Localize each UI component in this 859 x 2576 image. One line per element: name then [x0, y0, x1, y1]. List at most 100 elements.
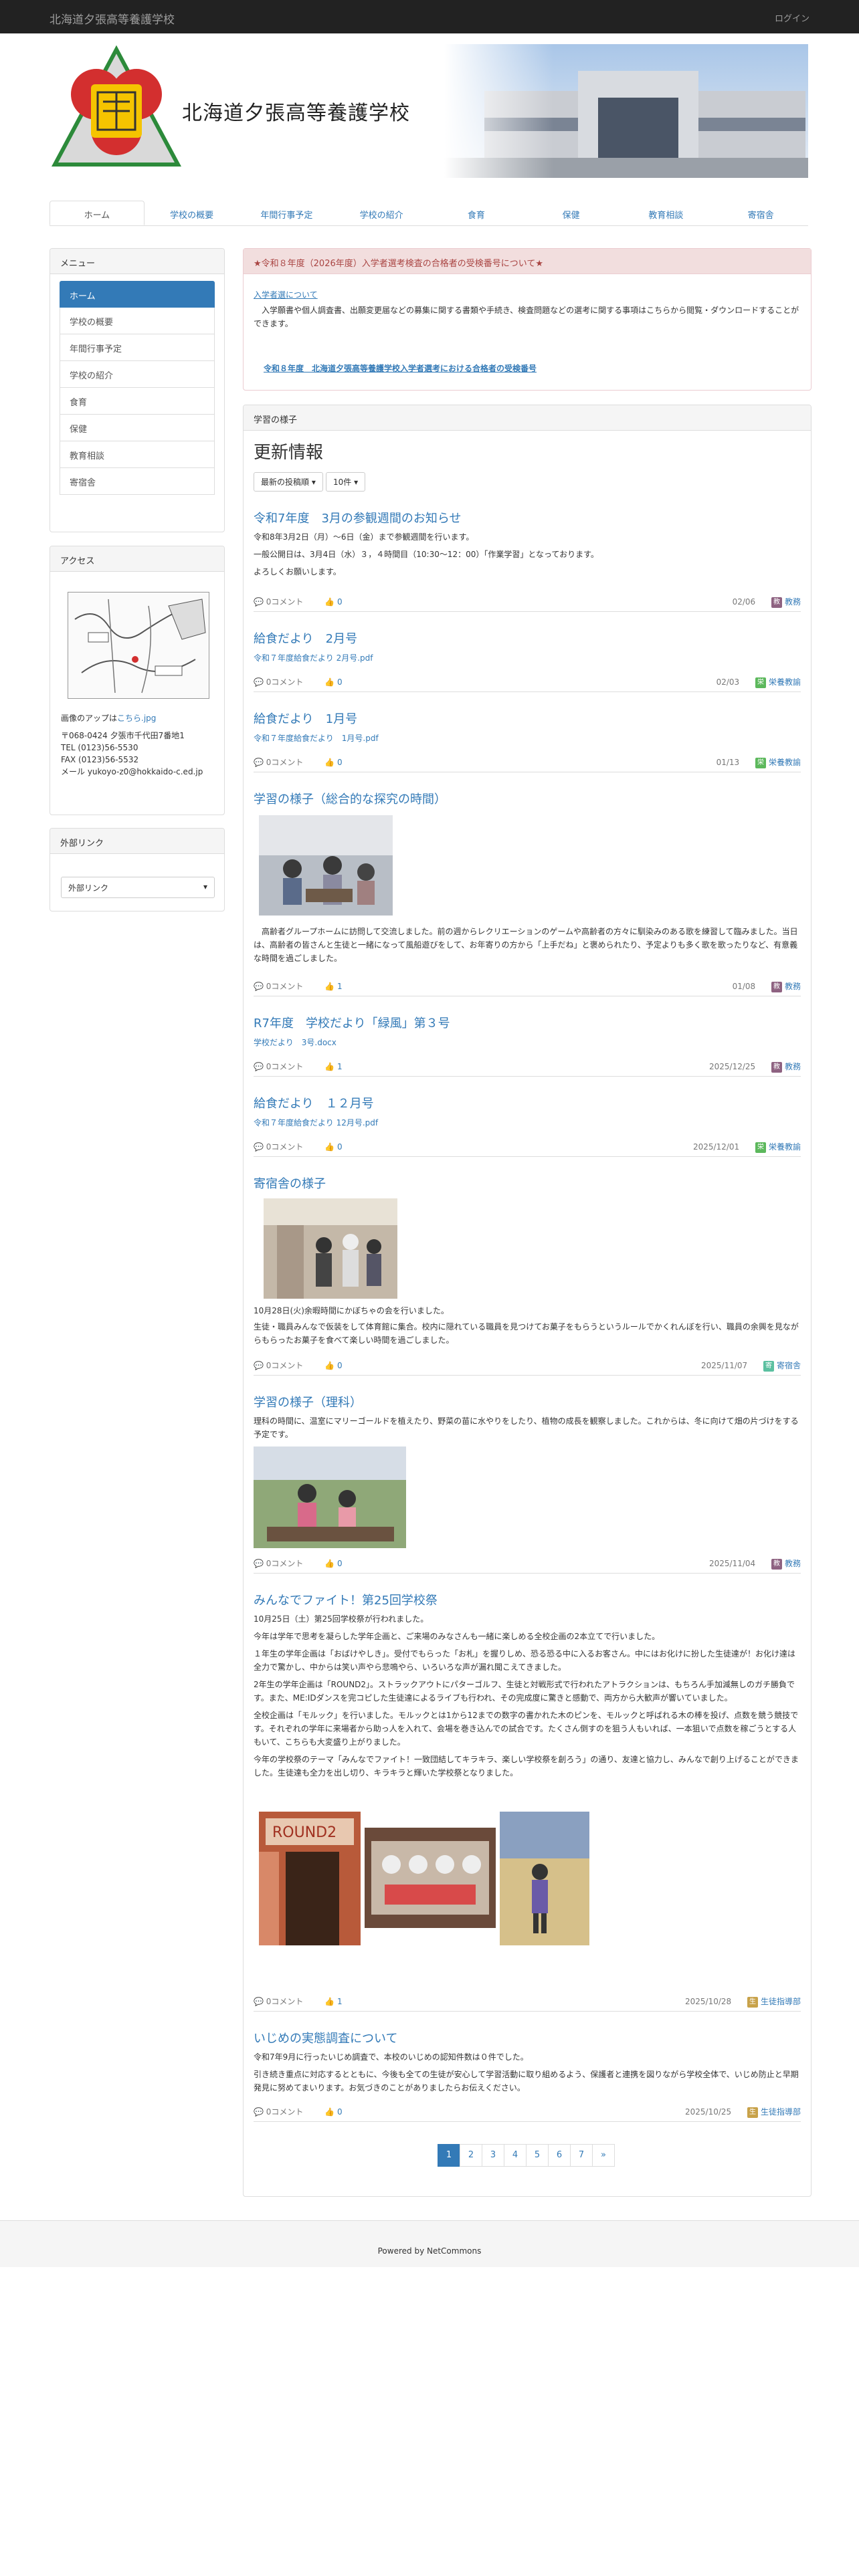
entry-date: 01/08	[732, 982, 756, 991]
like-icon[interactable]: 👍	[324, 2107, 335, 2117]
like-count: 0	[337, 1142, 343, 1152]
comment-count[interactable]: 0コメント	[266, 2107, 304, 2117]
login-link[interactable]: ログイン	[775, 11, 809, 24]
entry-photo[interactable]	[259, 815, 393, 916]
category-link[interactable]: 栄養教諭	[769, 677, 801, 687]
map-upload-link[interactable]: こちら.jpg	[117, 714, 156, 723]
comment-count[interactable]: 0コメント	[266, 982, 304, 991]
entry-text-line: １年生の学年企画は「おばけやしき」。受付でもらった「お札」を握りしめ、恐る恐る中…	[254, 1649, 796, 1672]
menu-item-food-education[interactable]: 食育	[60, 388, 215, 415]
category-link[interactable]: 栄養教諭	[769, 1142, 801, 1152]
like-icon[interactable]: 👍	[324, 597, 335, 607]
entry-photo[interactable]	[264, 1198, 397, 1299]
comment-count[interactable]: 0コメント	[266, 1361, 304, 1370]
category-link[interactable]: 生徒指導部	[761, 2107, 801, 2117]
entry-meta: 💬 0コメント 👍 0 2025/11/04 教教務	[254, 1558, 801, 1574]
entry-title[interactable]: 給食だより 1月号	[254, 712, 357, 726]
tab-consultation[interactable]: 教育相談	[619, 201, 714, 225]
menu-item-dormitory[interactable]: 寄宿舎	[60, 468, 215, 495]
menu-item-overview[interactable]: 学校の概要	[60, 308, 215, 334]
tab-overview[interactable]: 学校の概要	[145, 201, 240, 225]
tab-home[interactable]: ホーム	[50, 201, 145, 225]
site-footer: Powered by NetCommons	[0, 2220, 859, 2267]
page-link-1[interactable]: 1	[438, 2144, 460, 2167]
comment-count[interactable]: 0コメント	[266, 1062, 304, 1071]
comment-count[interactable]: 0コメント	[266, 1997, 304, 2006]
entry-photo[interactable]	[365, 1828, 496, 1928]
entry-file-link[interactable]: 令和７年度給食だより 2月号.pdf	[254, 653, 373, 663]
entry-title[interactable]: 学習の様子（総合的な探究の時間）	[254, 792, 446, 807]
menu-item-introduction[interactable]: 学校の紹介	[60, 361, 215, 388]
news-entry: 給食だより 2月号 令和７年度給食だより 2月号.pdf	[254, 629, 801, 663]
comment-icon: 💬	[254, 1997, 264, 2006]
comment-icon: 💬	[254, 2107, 264, 2117]
comment-count[interactable]: 0コメント	[266, 677, 304, 687]
entry-meta: 💬 0コメント 👍 1 2025/12/25 教教務	[254, 1061, 801, 1077]
tab-introduction[interactable]: 学校の紹介	[334, 201, 429, 225]
menu-item-consultation[interactable]: 教育相談	[60, 441, 215, 468]
menu-item-schedule[interactable]: 年間行事予定	[60, 334, 215, 361]
site-name-link[interactable]: 北海道夕張高等養護学校	[50, 10, 175, 27]
like-icon[interactable]: 👍	[324, 1559, 335, 1568]
comment-count[interactable]: 0コメント	[266, 1559, 304, 1568]
comment-icon: 💬	[254, 982, 264, 991]
sort-dropdown-button[interactable]: 最新の投稿順 ▾	[254, 472, 323, 492]
category-link[interactable]: 教務	[785, 597, 801, 607]
like-icon[interactable]: 👍	[324, 1142, 335, 1152]
external-links-select[interactable]: 外部リンク ▾	[61, 877, 215, 898]
entry-photo[interactable]	[500, 1812, 589, 1945]
category-link[interactable]: 栄養教諭	[769, 758, 801, 767]
entry-meta: 💬 0コメント 👍 0 2025/10/25 生生徒指導部	[254, 2106, 801, 2122]
menu-item-health[interactable]: 保健	[60, 415, 215, 441]
category-link[interactable]: 寄宿舎	[777, 1361, 801, 1370]
school-emblem-icon[interactable]	[50, 44, 183, 178]
entry-title[interactable]: いじめの実態調査について	[254, 2032, 397, 2046]
entry-photo[interactable]	[254, 1446, 406, 1548]
like-icon[interactable]: 👍	[324, 1062, 335, 1071]
like-icon[interactable]: 👍	[324, 1997, 335, 2006]
like-icon[interactable]: 👍	[324, 1361, 335, 1370]
admission-result-link[interactable]: 令和８年度 北海道夕張高等養護学校入学者選考における合格者の受検番号	[264, 362, 537, 374]
entry-file-link[interactable]: 令和７年度給食だより 1月号.pdf	[254, 734, 379, 743]
entry-file-link[interactable]: 令和７年度給食だより 12月号.pdf	[254, 1118, 378, 1128]
like-icon[interactable]: 👍	[324, 677, 335, 687]
category-icon: 教	[771, 597, 782, 608]
page-link-3[interactable]: 3	[482, 2144, 504, 2167]
entry-file-link[interactable]: 学校だより 3号.docx	[254, 1038, 337, 1047]
page-link-2[interactable]: 2	[460, 2144, 482, 2167]
entry-title[interactable]: 学習の様子（理科）	[254, 1396, 362, 1410]
entry-title[interactable]: R7年度 学校だより「緑風」第３号	[254, 1016, 450, 1031]
tab-health[interactable]: 保健	[524, 201, 619, 225]
like-icon[interactable]: 👍	[324, 758, 335, 767]
like-count: 0	[337, 1361, 343, 1370]
entry-title[interactable]: 令和7年度 3月の参観週間のお知らせ	[254, 512, 462, 526]
comment-count[interactable]: 0コメント	[266, 1142, 304, 1152]
category-link[interactable]: 教務	[785, 1062, 801, 1071]
entry-photo[interactable]: ROUND2	[259, 1812, 361, 1945]
category-link[interactable]: 教務	[785, 1559, 801, 1568]
menu-item-home[interactable]: ホーム	[60, 281, 215, 308]
page-link-5[interactable]: 5	[526, 2144, 549, 2167]
comment-count[interactable]: 0コメント	[266, 758, 304, 767]
like-icon[interactable]: 👍	[324, 982, 335, 991]
entry-title[interactable]: みんなでファイト！第25回学校祭	[254, 1594, 438, 1608]
admission-info-link[interactable]: 入学者選について	[254, 289, 318, 300]
tab-food-education[interactable]: 食育	[429, 201, 524, 225]
tab-dormitory[interactable]: 寄宿舎	[713, 201, 808, 225]
like-count: 0	[337, 1559, 343, 1568]
count-dropdown-button[interactable]: 10件 ▾	[326, 472, 366, 492]
page-link-4[interactable]: 4	[504, 2144, 527, 2167]
page-link-6[interactable]: 6	[548, 2144, 571, 2167]
entry-title[interactable]: 給食だより １２月号	[254, 1097, 374, 1111]
page-next[interactable]: »	[592, 2144, 615, 2167]
access-map[interactable]	[68, 592, 209, 699]
entry-title[interactable]: 寄宿舎の様子	[254, 1177, 326, 1191]
comment-count[interactable]: 0コメント	[266, 597, 304, 607]
entry-text: 理科の時間に、温室にマリーゴールドを植えたり、野菜の苗に水やりをしたり、植物の成…	[254, 1416, 799, 1439]
entry-title[interactable]: 給食だより 2月号	[254, 632, 357, 646]
category-link[interactable]: 教務	[785, 982, 801, 991]
tab-schedule[interactable]: 年間行事予定	[240, 201, 335, 225]
entry-text-line: 生徒・職員みんなで仮装をして体育館に集合。校内に隠れている職員を見つけてお菓子を…	[254, 1322, 799, 1345]
page-link-7[interactable]: 7	[570, 2144, 593, 2167]
category-link[interactable]: 生徒指導部	[761, 1997, 801, 2006]
